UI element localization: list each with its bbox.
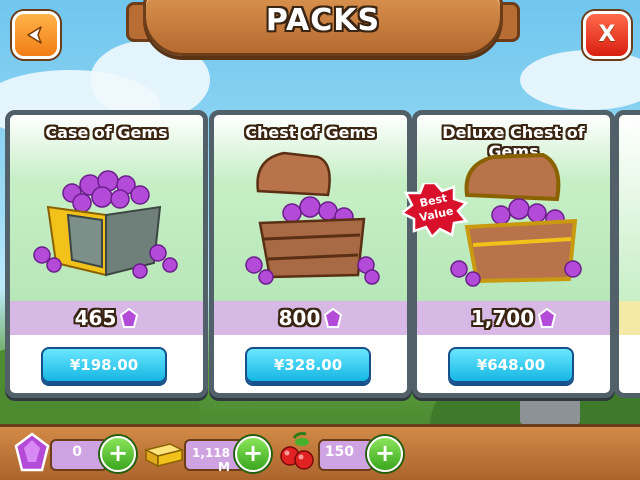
gem-icon [324, 308, 343, 328]
buy-button[interactable]: ¥648.00 [448, 347, 574, 383]
back-arrow-icon [27, 26, 42, 44]
gold-amount: 1,118 M [192, 446, 230, 474]
pack-card-partial[interactable] [614, 110, 640, 398]
gem-icon [538, 308, 557, 328]
close-button[interactable]: X [583, 11, 631, 59]
pack-card-header: Case of Gems [10, 115, 203, 301]
back-button[interactable] [12, 11, 60, 59]
best-value-badge: Best Value [402, 183, 468, 237]
gem-amount-row: 1,700 [417, 301, 610, 335]
close-icon: X [598, 22, 616, 47]
gem-amount-row [619, 301, 640, 335]
pack-card-header [619, 115, 640, 301]
case-of-gems-illustration [33, 170, 178, 279]
title-banner: PACKS [143, 0, 503, 56]
cloud [520, 50, 640, 110]
add-gold-button[interactable]: + [235, 436, 271, 472]
chest-of-gems-illustration [245, 151, 380, 285]
gem-amount: 800 [214, 306, 407, 330]
gem-amount: 1,700 [417, 306, 610, 330]
gem-amount: 465 [10, 306, 203, 330]
gem-icon [14, 432, 50, 472]
pack-card[interactable]: Case of Gems 465 ¥198.00 [5, 110, 208, 398]
gems-amount: 0 [72, 444, 82, 460]
pack-card[interactable]: Chest of Gems 800 ¥328.00 [209, 110, 412, 398]
gem-amount-row: 465 [10, 301, 203, 335]
buy-button[interactable]: ¥328.00 [245, 347, 371, 383]
add-food-button[interactable]: + [367, 436, 403, 472]
pack-card[interactable]: Deluxe Chest of Gems 1,700 ¥648.00 [412, 110, 615, 398]
pack-card-header: Chest of Gems [214, 115, 407, 301]
gem-amount-row: 800 [214, 301, 407, 335]
food-icon [280, 432, 314, 470]
page-title: PACKS [265, 3, 381, 38]
buy-button[interactable]: ¥198.00 [41, 347, 167, 383]
gem-icon [120, 308, 139, 328]
game-screen: PACKS X Case of Gems 465 ¥198.00 Chest o… [0, 0, 640, 480]
food-amount: 150 [324, 444, 354, 460]
add-gems-button[interactable]: + [100, 436, 136, 472]
